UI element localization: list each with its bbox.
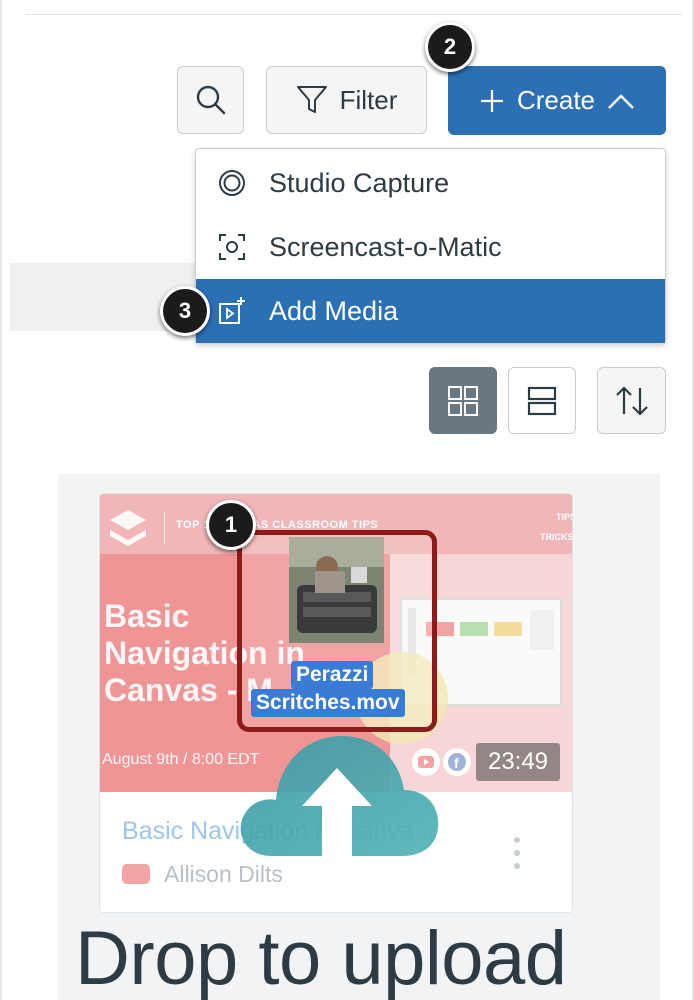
grid-icon bbox=[448, 385, 478, 416]
thumbnail-divider bbox=[164, 512, 165, 544]
create-label: Create bbox=[516, 85, 596, 115]
create-button[interactable]: Create bbox=[448, 66, 666, 135]
plus-icon bbox=[480, 89, 503, 112]
dragged-file-name: Scritches.mov bbox=[251, 689, 405, 717]
list-icon bbox=[527, 386, 557, 415]
menu-item-label: Studio Capture bbox=[269, 167, 450, 198]
canvas-logo-icon bbox=[110, 510, 146, 546]
grid-view-button[interactable] bbox=[429, 367, 497, 434]
step-marker-1: 1 bbox=[206, 500, 256, 550]
menu-item-screencast[interactable]: Screencast-o-Matic bbox=[196, 215, 665, 279]
create-menu: Studio Capture Screencast-o-Matic Add Me… bbox=[195, 148, 666, 343]
more-options-icon[interactable] bbox=[511, 835, 523, 871]
menu-item-label: Add Media bbox=[269, 295, 399, 326]
filter-label: Filter bbox=[339, 84, 398, 115]
drop-to-upload-text: Drop to upload bbox=[75, 916, 567, 1000]
youtube-source-icon bbox=[122, 864, 150, 884]
facebook-icon: f bbox=[443, 748, 471, 776]
chevron-up-icon bbox=[608, 93, 634, 109]
menu-item-add-media[interactable]: Add Media bbox=[196, 279, 665, 343]
top-divider bbox=[26, 14, 682, 15]
step-marker-3: 3 bbox=[160, 286, 210, 336]
svg-text:f: f bbox=[454, 755, 459, 771]
dragged-file-thumbnail[interactable] bbox=[289, 537, 384, 643]
dragged-file-name: Perazzi bbox=[291, 661, 374, 689]
studio-capture-icon bbox=[215, 166, 249, 200]
thumbnail-tag: TIPS bbox=[556, 512, 572, 522]
add-media-icon bbox=[215, 294, 249, 328]
search-button[interactable] bbox=[177, 66, 244, 134]
sort-button[interactable] bbox=[597, 367, 666, 434]
search-icon bbox=[196, 85, 225, 115]
duration-badge: 23:49 bbox=[476, 743, 560, 781]
upload-cloud-icon bbox=[240, 736, 439, 860]
filter-button[interactable]: Filter bbox=[266, 66, 427, 134]
list-view-button[interactable] bbox=[508, 367, 576, 434]
filter-icon bbox=[296, 86, 327, 113]
step-marker-2: 2 bbox=[425, 22, 475, 72]
screencast-icon bbox=[215, 230, 249, 264]
menu-item-label: Screencast-o-Matic bbox=[269, 231, 502, 262]
thumbnail-tag: TRICKS bbox=[540, 532, 573, 542]
menu-item-studio-capture[interactable]: Studio Capture bbox=[196, 151, 665, 215]
sort-arrows-icon bbox=[615, 385, 648, 416]
